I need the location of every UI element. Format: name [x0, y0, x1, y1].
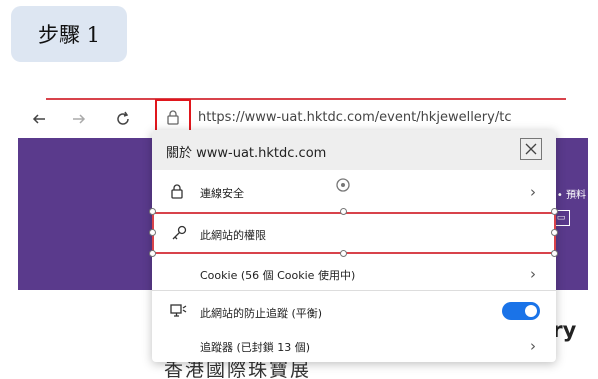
site-info-popup: 關於 www-uat.hktdc.com 連線安全 › 此網站的權限 Cooki… [149, 130, 558, 362]
refresh-icon [117, 111, 129, 125]
selection-handle [149, 208, 156, 215]
forward-arrow-icon [73, 114, 86, 124]
close-button[interactable] [520, 138, 542, 160]
tracking-prevention-row: 此網站的防止追蹤 (平衡) [152, 294, 556, 328]
row-label: Cookie (56 個 Cookie 使用中) [200, 269, 356, 282]
chevron-right-icon: › [530, 183, 536, 201]
row-label: 追蹤器 (已封鎖 13 個) [200, 341, 311, 354]
cookie-row[interactable]: Cookie (56 個 Cookie 使用中) › [152, 256, 556, 290]
tab-strip-edge [46, 72, 566, 100]
divider [152, 290, 556, 291]
selection-handle [340, 208, 347, 215]
address-bar-url[interactable]: https://www-uat.hktdc.com/event/hkjewell… [198, 110, 511, 125]
highlight-box [152, 212, 556, 254]
chevron-right-icon: › [530, 265, 536, 283]
back-arrow-icon [32, 114, 45, 124]
tracking-prevention-icon [170, 303, 188, 319]
trackers-row[interactable]: 追蹤器 (已封鎖 13 個) › [152, 328, 556, 362]
chevron-right-icon: › [530, 337, 536, 355]
connection-security-row[interactable]: 連線安全 › [152, 174, 556, 208]
lock-icon [170, 183, 188, 199]
refresh-button[interactable] [110, 104, 136, 134]
back-button[interactable] [26, 104, 52, 134]
close-icon [525, 143, 537, 155]
row-label: 連線安全 [200, 187, 244, 200]
step-label: 步驟 1 [11, 6, 127, 62]
selection-handle [551, 229, 558, 236]
lock-icon [167, 110, 179, 125]
browser-screenshot: https://www-uat.hktdc.com/event/hkjewell… [18, 72, 588, 379]
selection-handle [551, 208, 558, 215]
popup-title: 關於 www-uat.hktdc.com [166, 146, 327, 161]
cursor-icon [336, 178, 350, 192]
row-label: 此網站的防止追蹤 (平衡) [200, 307, 323, 320]
forward-button[interactable] [66, 104, 92, 134]
tracking-prevention-toggle[interactable] [502, 302, 540, 320]
popup-header: 關於 www-uat.hktdc.com [152, 130, 556, 170]
selection-handle [149, 229, 156, 236]
